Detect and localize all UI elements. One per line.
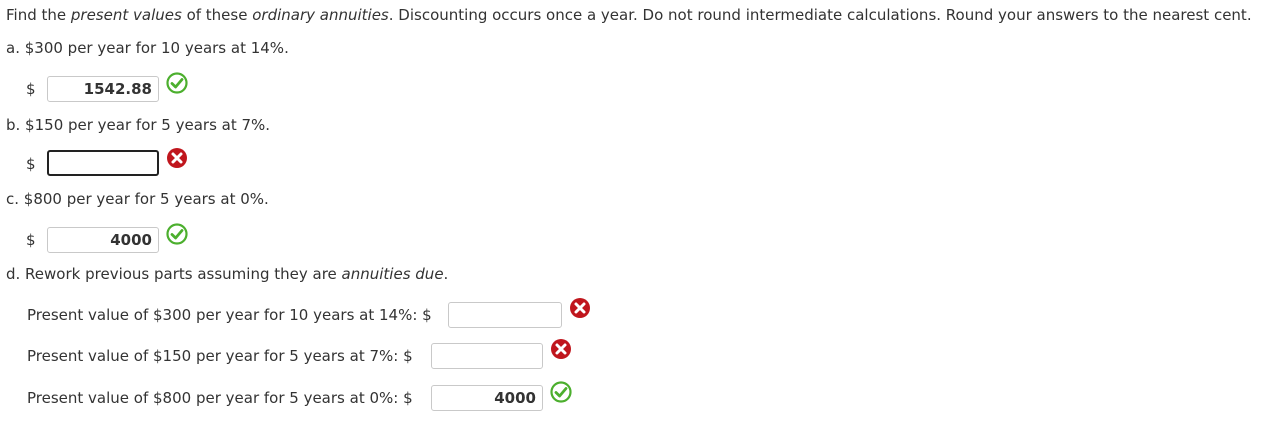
instructions: Find the present values of these ordinar… bbox=[6, 6, 1252, 24]
instructions-emphasis-2: ordinary annuities bbox=[252, 6, 389, 24]
incorrect-x-icon bbox=[167, 148, 187, 168]
instructions-emphasis-1: present values bbox=[70, 6, 182, 24]
part-b-answer-input[interactable] bbox=[47, 150, 159, 176]
part-c-label: c. $800 per year for 5 years at 0%. bbox=[6, 190, 269, 208]
part-d-item-1-label: Present value of $300 per year for 10 ye… bbox=[27, 306, 432, 324]
part-d-item-2-label: Present value of $150 per year for 5 yea… bbox=[27, 347, 413, 365]
part-d-label-suffix: . bbox=[443, 265, 449, 283]
correct-check-icon bbox=[550, 381, 572, 403]
part-c-answer-input[interactable]: 4000 bbox=[47, 227, 159, 253]
part-b-currency: $ bbox=[26, 155, 36, 173]
part-a-answer-input[interactable]: 1542.88 bbox=[47, 76, 159, 102]
part-d-label: d. Rework previous parts assuming they a… bbox=[6, 265, 448, 283]
incorrect-x-icon bbox=[570, 298, 590, 318]
correct-check-icon bbox=[166, 223, 188, 245]
part-c-currency: $ bbox=[26, 231, 36, 249]
part-a-currency: $ bbox=[26, 80, 36, 98]
incorrect-x-icon bbox=[551, 339, 571, 359]
part-d-label-prefix: d. Rework previous parts assuming they a… bbox=[6, 265, 342, 283]
part-d-item-1-answer-input[interactable] bbox=[448, 302, 562, 328]
instructions-text-3: . Discounting occurs once a year. Do not… bbox=[388, 6, 1252, 24]
part-d-item-3-label: Present value of $800 per year for 5 yea… bbox=[27, 389, 413, 407]
instructions-text-1: Find the bbox=[6, 6, 71, 24]
instructions-text-2: of these bbox=[181, 6, 253, 24]
part-d-item-2-answer-input[interactable] bbox=[431, 343, 543, 369]
part-d-label-emphasis: annuities due bbox=[341, 265, 444, 283]
part-b-label: b. $150 per year for 5 years at 7%. bbox=[6, 116, 271, 134]
correct-check-icon bbox=[166, 72, 188, 94]
part-d-item-3-answer-input[interactable]: 4000 bbox=[431, 385, 543, 411]
part-a-label: a. $300 per year for 10 years at 14%. bbox=[6, 39, 289, 57]
